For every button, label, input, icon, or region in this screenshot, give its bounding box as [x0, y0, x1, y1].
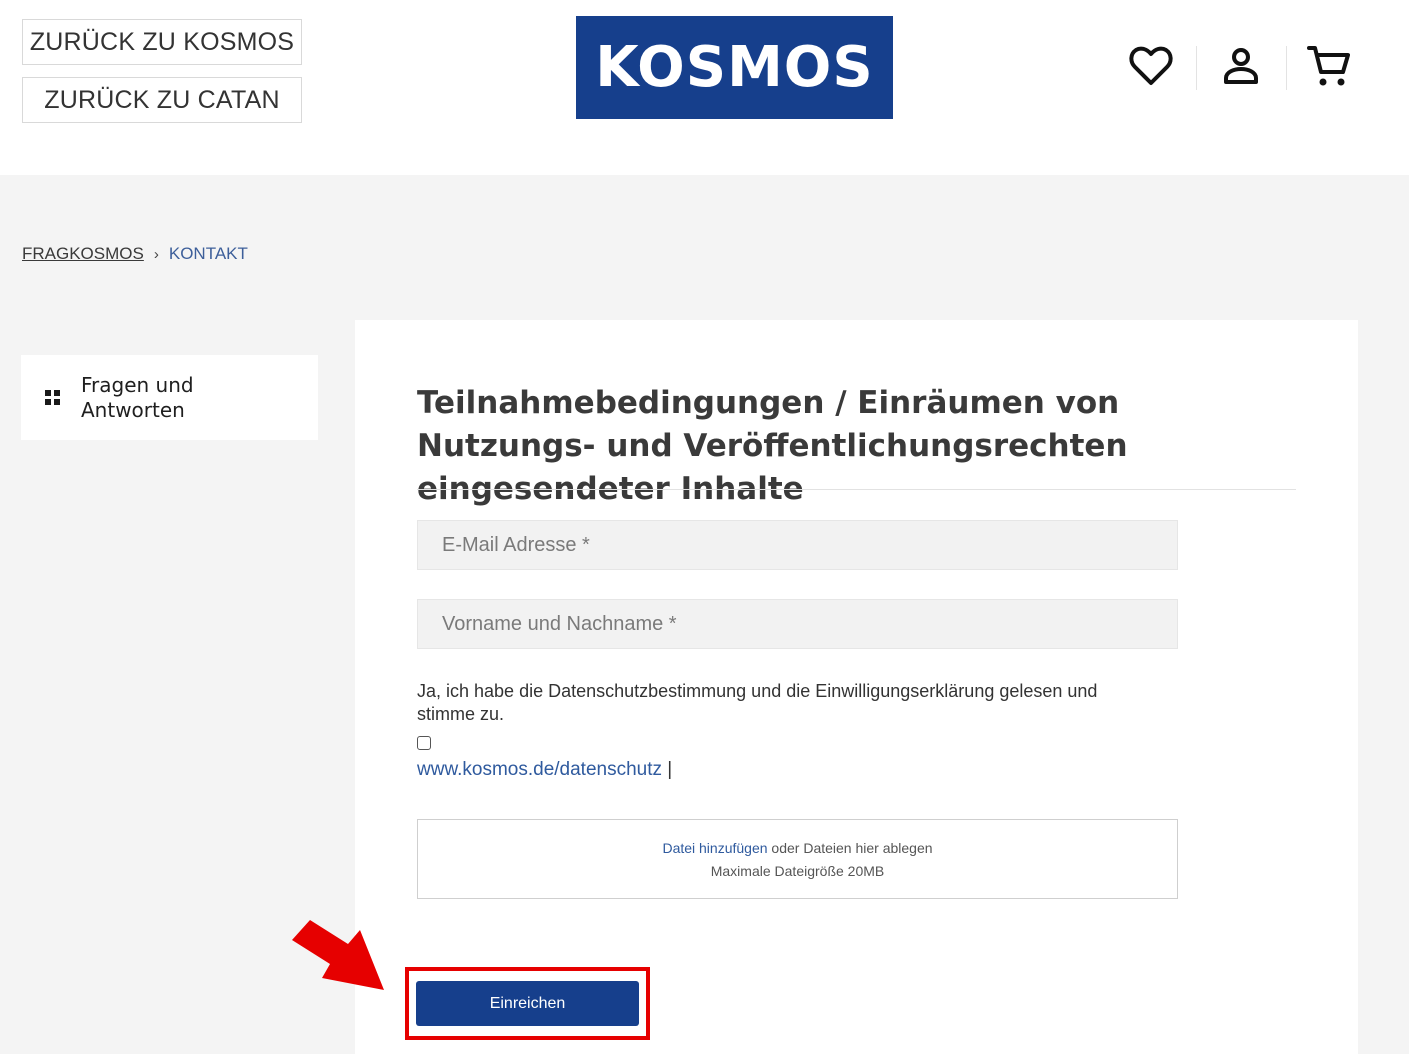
- cart-icon[interactable]: [1303, 40, 1355, 92]
- sidebar-item-label: Fragen und Antworten: [81, 372, 194, 422]
- form-title: Teilnahmebedingungen / Einräumen von Nut…: [417, 385, 1128, 507]
- add-file-link[interactable]: Datei hinzufügen: [662, 840, 767, 856]
- sidebar-item-faq[interactable]: Fragen und Antworten: [21, 355, 318, 440]
- name-field[interactable]: [417, 599, 1178, 649]
- dropzone-text: oder Dateien hier ablegen: [767, 840, 933, 856]
- email-field[interactable]: [417, 520, 1178, 570]
- grid-icon: [45, 389, 61, 406]
- dropzone-limit: Maximale Dateigröße 20MB: [710, 863, 885, 879]
- privacy-row: www.kosmos.de/datenschutz |: [417, 759, 672, 781]
- breadcrumb-current: KONTAKT: [168, 244, 248, 263]
- chevron-right-icon: ›: [153, 245, 159, 263]
- logo-text: KOSMOS: [595, 35, 874, 100]
- site-header: ZURÜCK ZU KOSMOS ZURÜCK ZU CATAN KOSMOS: [0, 0, 1409, 175]
- consent-text: Ja, ich habe die Datenschutzbestimmung u…: [417, 681, 1098, 724]
- back-to-kosmos-button[interactable]: ZURÜCK ZU KOSMOS: [22, 19, 302, 65]
- breadcrumb-home-link[interactable]: FRAGKOSMOS: [22, 244, 144, 264]
- back-to-catan-button[interactable]: ZURÜCK ZU CATAN: [22, 77, 302, 123]
- kosmos-logo[interactable]: KOSMOS: [576, 16, 893, 119]
- header-divider: [1196, 46, 1197, 90]
- privacy-link[interactable]: www.kosmos.de/datenschutz: [417, 759, 662, 780]
- divider: [417, 489, 1296, 490]
- header-divider: [1286, 46, 1287, 90]
- red-arrow-annotation: [292, 920, 384, 990]
- consent-checkbox[interactable]: [417, 736, 431, 750]
- heart-icon[interactable]: [1125, 40, 1177, 92]
- breadcrumb: FRAGKOSMOS › KONTAKT: [22, 244, 248, 264]
- contact-form-card: Teilnahmebedingungen / Einräumen von Nut…: [355, 320, 1358, 1054]
- submit-button[interactable]: Einreichen: [416, 981, 639, 1026]
- file-dropzone[interactable]: Datei hinzufügen oder Dateien hier ableg…: [417, 819, 1178, 899]
- privacy-suffix: |: [662, 759, 673, 780]
- user-icon[interactable]: [1215, 40, 1267, 92]
